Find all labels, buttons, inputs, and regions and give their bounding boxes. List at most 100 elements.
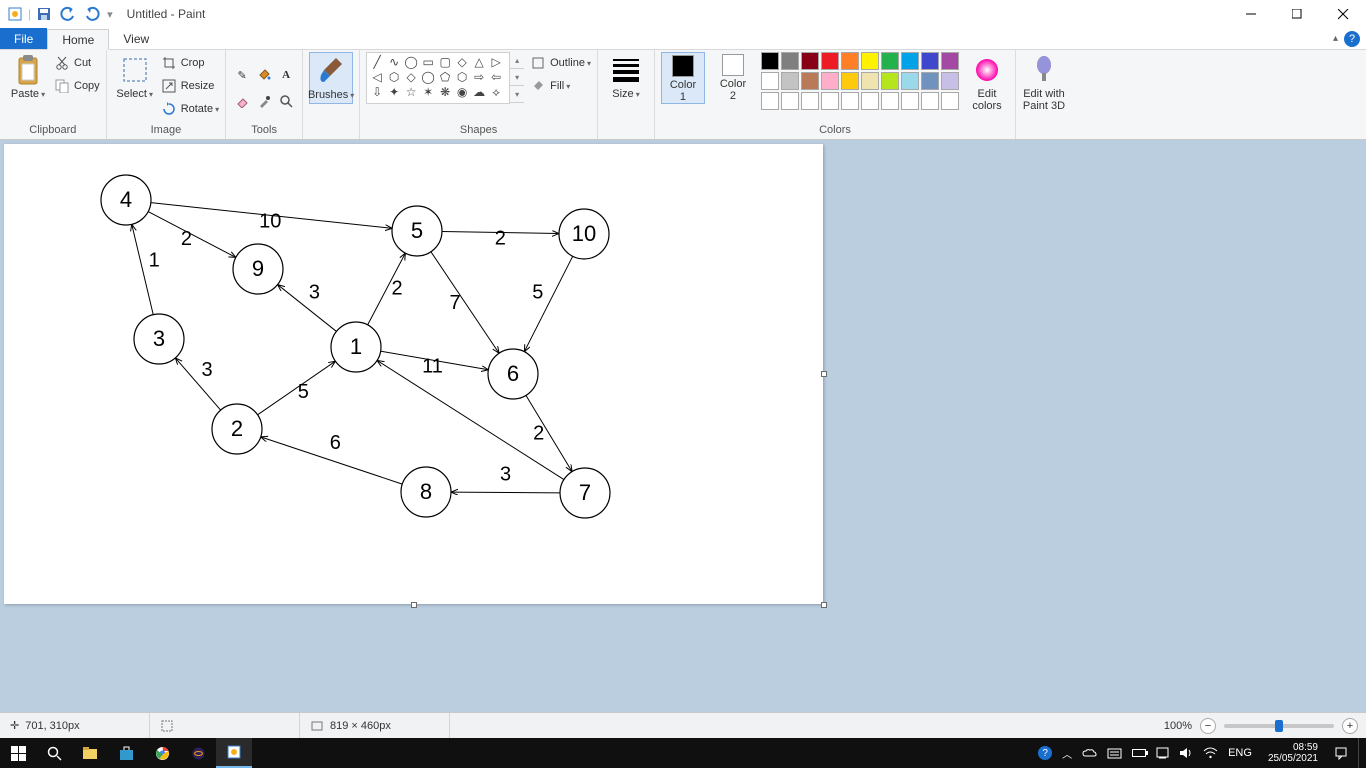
palette-swatch[interactable] [821,72,839,90]
tray-notifications-icon[interactable] [1334,746,1348,760]
color-palette[interactable] [761,52,959,110]
tab-home[interactable]: Home [47,29,109,50]
palette-swatch[interactable] [941,72,959,90]
palette-swatch[interactable] [841,52,859,70]
palette-swatch[interactable] [781,52,799,70]
shapes-scroll[interactable]: ▴▾▾ [509,52,524,104]
shapes-gallery[interactable]: ╱∿◯▭▢◇△▷ ◁⬡◇◯⬠⬡⇨⇦ ⇩✦☆✶❋◉☁⟡ [366,52,510,104]
store-button[interactable] [108,738,144,768]
select-button[interactable]: Select [113,52,157,100]
bucket-tool[interactable] [254,63,274,87]
rotate-button[interactable]: Rotate [161,98,219,120]
eraser-tool[interactable] [232,89,252,113]
magnifier-tool[interactable] [276,89,296,113]
save-icon[interactable] [33,3,55,25]
tray-volume-icon[interactable] [1179,747,1193,759]
tab-file[interactable]: File [0,28,47,49]
picker-tool[interactable] [254,89,274,113]
palette-swatch[interactable] [901,52,919,70]
tray-keyboard-icon[interactable] [1107,748,1122,759]
palette-swatch[interactable] [921,52,939,70]
explorer-button[interactable] [72,738,108,768]
palette-swatch[interactable] [821,52,839,70]
palette-swatch[interactable] [761,52,779,70]
show-desktop-button[interactable] [1358,738,1362,768]
paint-taskbar-button[interactable] [216,738,252,768]
search-button[interactable] [36,738,72,768]
palette-swatch[interactable] [921,72,939,90]
pencil-tool[interactable]: ✎ [232,63,252,87]
palette-swatch[interactable] [781,72,799,90]
palette-swatch[interactable] [941,52,959,70]
eclipse-button[interactable] [180,738,216,768]
resize-button[interactable]: Resize [161,75,219,97]
drawing-canvas[interactable]: 102213275351126345109316287 [4,144,823,604]
palette-swatch-empty[interactable] [781,92,799,110]
tray-wifi-icon[interactable] [1203,747,1218,759]
palette-swatch-empty[interactable] [821,92,839,110]
shape-outline-button[interactable]: Outline [530,52,591,74]
work-area: 102213275351126345109316287 [0,140,1366,712]
tray-lang[interactable]: ENG [1228,747,1252,759]
palette-swatch[interactable] [841,72,859,90]
undo-icon[interactable] [57,3,79,25]
shape-fill-button[interactable]: Fill [530,75,591,97]
palette-swatch-empty[interactable] [941,92,959,110]
palette-swatch[interactable] [861,52,879,70]
close-button[interactable] [1320,0,1366,28]
palette-swatch[interactable] [881,72,899,90]
minimize-button[interactable] [1228,0,1274,28]
group-shapes: ╱∿◯▭▢◇△▷ ◁⬡◇◯⬠⬡⇨⇦ ⇩✦☆✶❋◉☁⟡ ▴▾▾ Outline F… [360,50,598,139]
cut-button[interactable]: Cut [54,52,100,74]
palette-swatch[interactable] [801,52,819,70]
palette-swatch-empty[interactable] [881,92,899,110]
zoom-slider[interactable] [1224,724,1334,728]
tray-battery-icon[interactable] [1132,749,1146,757]
palette-swatch-empty[interactable] [901,92,919,110]
tray-help-icon[interactable]: ? [1038,746,1052,760]
tray-network-icon[interactable] [1156,747,1169,760]
svg-text:2: 2 [181,228,192,250]
edit-colors-button[interactable]: Edit colors [965,52,1009,112]
palette-swatch[interactable] [801,72,819,90]
palette-swatch[interactable] [901,72,919,90]
group-colors: Color 1 Color 2 Edit colors Colors [655,50,1016,139]
resize-handle-corner[interactable] [821,602,827,608]
palette-swatch[interactable] [861,72,879,90]
tab-view[interactable]: View [109,28,163,49]
palette-swatch[interactable] [881,52,899,70]
paste-button[interactable]: Paste [6,52,50,100]
minimize-ribbon-icon[interactable]: ▴ [1333,33,1338,44]
redo-icon[interactable] [81,3,103,25]
palette-swatch-empty[interactable] [841,92,859,110]
start-button[interactable] [0,738,36,768]
size-button[interactable]: Size [604,52,648,100]
shapes-group-label: Shapes [366,124,591,139]
chrome-button[interactable] [144,738,180,768]
svg-text:3: 3 [202,359,213,381]
palette-swatch[interactable] [761,72,779,90]
maximize-button[interactable] [1274,0,1320,28]
tray-chevron-icon[interactable]: ︿ [1062,746,1072,761]
tray-clock[interactable]: 08:59 25/05/2021 [1262,742,1324,764]
palette-swatch-empty[interactable] [861,92,879,110]
selection-icon [160,719,174,733]
resize-handle-right[interactable] [821,371,827,377]
copy-button[interactable]: Copy [54,75,100,97]
tray-onedrive-icon[interactable] [1082,748,1097,759]
resize-handle-bottom[interactable] [411,602,417,608]
palette-swatch-empty[interactable] [761,92,779,110]
brushes-button[interactable]: Brushes [309,52,353,104]
palette-swatch-empty[interactable] [921,92,939,110]
help-icon[interactable]: ? [1344,31,1360,47]
color1-button[interactable]: Color 1 [661,52,705,104]
text-tool[interactable]: A [276,63,296,87]
paint3d-button[interactable]: Edit with Paint 3D [1022,52,1066,112]
color2-button[interactable]: Color 2 [711,52,755,102]
clipboard-group-label: Clipboard [6,124,100,139]
crop-button[interactable]: Crop [161,52,219,74]
zoom-out-button[interactable]: − [1200,718,1216,734]
palette-swatch-empty[interactable] [801,92,819,110]
paint-app-icon[interactable] [4,3,26,25]
zoom-in-button[interactable]: + [1342,718,1358,734]
